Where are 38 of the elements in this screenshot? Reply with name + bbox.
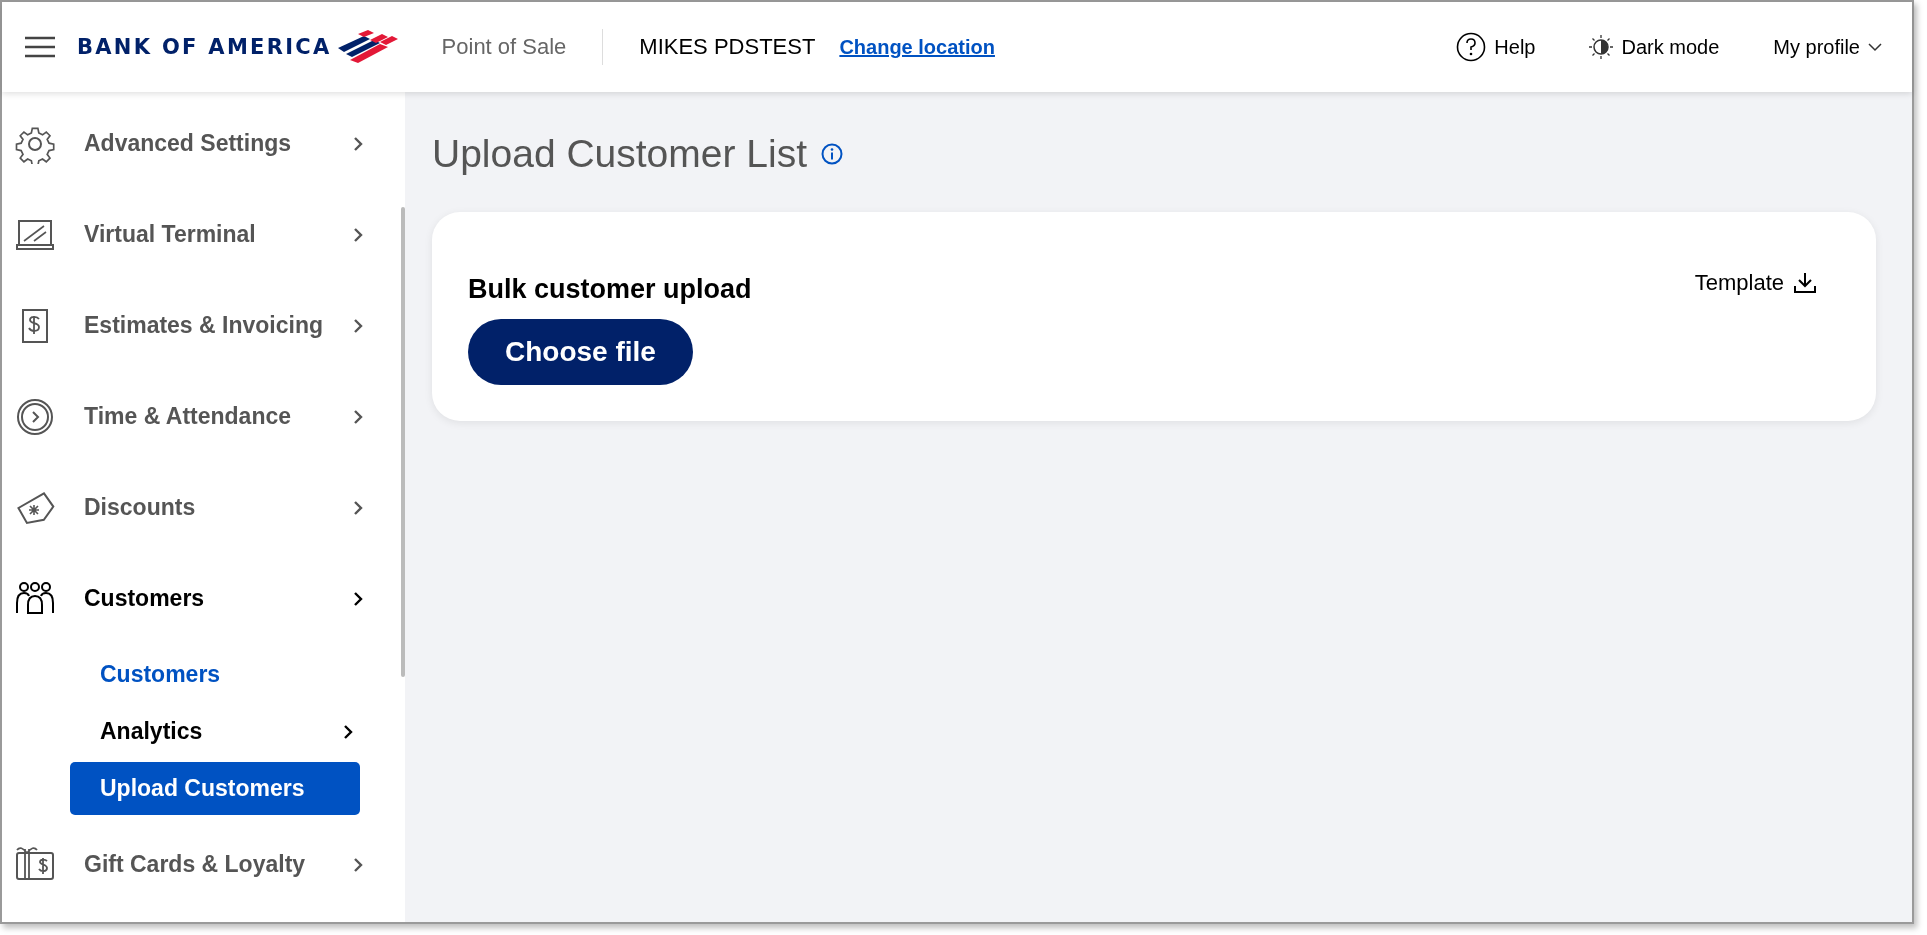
chevron-right-icon — [351, 499, 365, 516]
product-name: Point of Sale — [441, 34, 567, 60]
sidebar-item[interactable]: Virtual Terminal — [2, 189, 405, 280]
chevron-right-icon — [351, 856, 365, 873]
download-icon — [1794, 272, 1816, 294]
page-title: Upload Customer List — [432, 132, 807, 176]
info-icon[interactable] — [821, 143, 843, 165]
change-location-link[interactable]: Change location — [839, 35, 995, 59]
logo-text: BANK OF AMERICA — [77, 35, 332, 59]
bank-logo[interactable]: BANK OF AMERICA — [77, 30, 400, 64]
contrast-icon — [1589, 35, 1614, 59]
sidebar-item[interactable]: Advanced Settings — [2, 98, 405, 189]
sidebar-subitem[interactable]: Customers — [70, 648, 360, 701]
sidebar-item[interactable]: Estimates & Invoicing — [2, 280, 405, 371]
clock-icon — [15, 396, 55, 437]
sidebar-item[interactable]: Discounts — [2, 462, 405, 553]
sidebar-item[interactable]: Gift Cards & Loyalty — [2, 819, 405, 910]
help-button[interactable]: Help — [1456, 32, 1536, 62]
menu-icon[interactable] — [25, 36, 55, 58]
sidebar-item[interactable]: Time & Attendance — [2, 371, 405, 462]
chevron-right-icon — [341, 723, 355, 740]
chevron-right-icon — [351, 317, 365, 334]
chevron-right-icon — [351, 226, 365, 243]
sidebar-subitem[interactable]: Analytics — [70, 705, 360, 758]
dark-mode-button[interactable]: Dark mode — [1589, 35, 1720, 59]
chevron-right-icon — [351, 590, 365, 607]
sidebar-item[interactable]: Customers — [2, 553, 405, 644]
template-download-button[interactable]: Template — [1694, 270, 1816, 296]
location-name: MIKES PDSTEST — [639, 34, 816, 60]
scrollbar[interactable] — [401, 207, 405, 677]
chevron-down-icon — [1868, 42, 1882, 52]
chevron-right-icon — [351, 408, 365, 425]
chevron-right-icon — [351, 135, 365, 152]
profile-menu[interactable]: My profile — [1773, 35, 1882, 59]
card-heading: Bulk customer upload — [468, 274, 752, 305]
choose-file-button[interactable]: Choose file — [468, 319, 693, 385]
sidebar-subitem[interactable]: Upload Customers — [70, 762, 360, 815]
help-icon — [1456, 32, 1487, 62]
